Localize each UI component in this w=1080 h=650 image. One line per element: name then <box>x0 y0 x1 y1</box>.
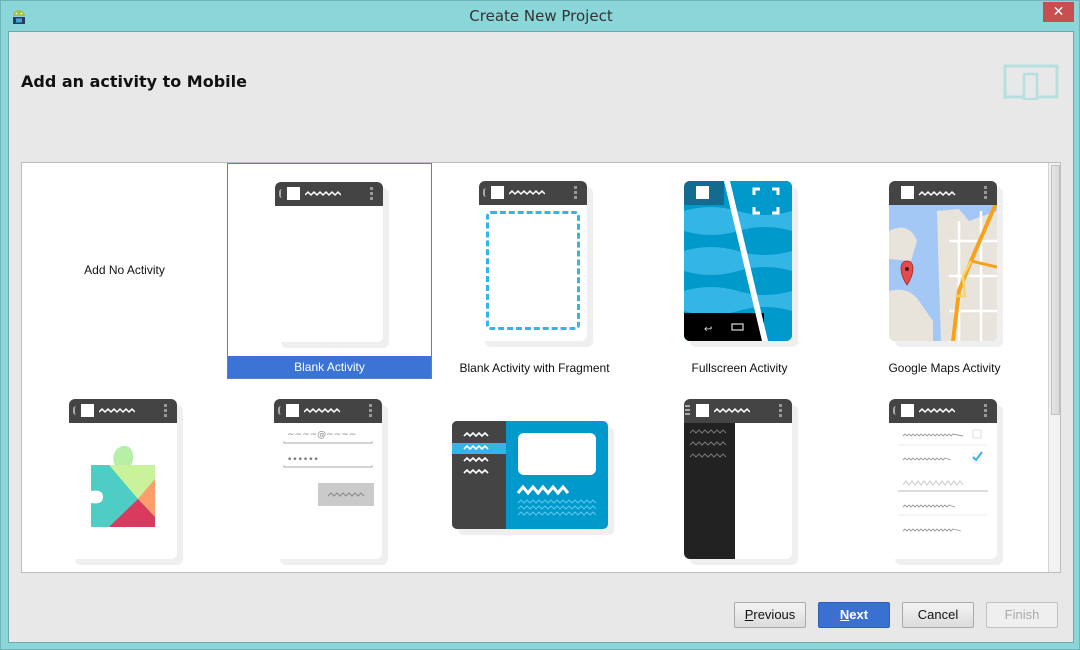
close-button[interactable]: ✕ <box>1043 2 1074 22</box>
hamburger-icon <box>685 405 690 416</box>
play-services-preview <box>69 399 183 565</box>
tile-master-detail-flow[interactable] <box>432 381 637 572</box>
svg-text:••••••: •••••• <box>287 455 319 465</box>
fullscreen-preview: ↩ <box>684 181 798 347</box>
maps-preview <box>889 181 1003 347</box>
tile-settings-activity[interactable] <box>842 381 1047 572</box>
gallery-scrollbar[interactable] <box>1048 163 1060 572</box>
fragment-preview <box>479 181 593 347</box>
next-button[interactable]: Next <box>818 602 890 628</box>
scrollbar-thumb[interactable] <box>1051 165 1060 415</box>
close-icon: ✕ <box>1052 4 1065 20</box>
previous-button[interactable]: Previous <box>734 602 806 628</box>
finish-label: Finish <box>1004 607 1040 622</box>
tile-label: Blank Activity <box>228 356 431 378</box>
tile-label: Google Maps Activity <box>888 361 1001 375</box>
tile-fullscreen-activity[interactable]: ↩ Fullscreen Activity <box>637 163 842 379</box>
blank-activity-preview <box>275 182 389 348</box>
create-new-project-window: Create New Project ✕ Add an activity to … <box>0 0 1080 650</box>
tile-blank-activity[interactable]: Blank Activity <box>227 163 432 379</box>
tile-navigation-drawer-activity[interactable] <box>637 381 842 572</box>
title-bar[interactable]: Create New Project ✕ <box>1 1 1080 32</box>
tile-label: Fullscreen Activity <box>691 361 788 375</box>
svg-text:↩: ↩ <box>704 324 712 335</box>
next-label: ext <box>849 607 869 622</box>
navigation-drawer-preview <box>684 399 798 565</box>
tile-login-activity[interactable]: ~~~~@~~~~ •••••• <box>227 381 432 572</box>
tile-play-services-activity[interactable] <box>22 381 227 572</box>
login-preview: ~~~~@~~~~ •••••• <box>274 399 388 565</box>
svg-text:~~~~@~~~~: ~~~~@~~~~ <box>287 430 356 440</box>
cancel-button[interactable]: Cancel <box>902 602 974 628</box>
next-mnemonic: N <box>839 607 850 622</box>
settings-preview <box>889 399 1003 565</box>
page-heading: Add an activity to Mobile <box>21 72 247 91</box>
master-detail-preview <box>452 421 614 535</box>
wizard-content: Add an activity to Mobile Add No Activit… <box>8 31 1074 643</box>
tile-label: Blank Activity with Fragment <box>459 361 610 375</box>
cancel-label: Cancel <box>917 607 959 622</box>
finish-button[interactable]: Finish <box>986 602 1058 628</box>
phone-tablet-icon <box>1003 64 1059 100</box>
puzzle-piece-icon <box>91 446 155 527</box>
tile-blank-activity-with-fragment[interactable]: Blank Activity with Fragment <box>432 163 637 379</box>
window-title: Create New Project <box>469 7 613 25</box>
previous-label: revious <box>753 607 796 622</box>
activity-gallery: Add No Activity Blank Activity Blank Act… <box>21 162 1061 573</box>
tile-google-maps-activity[interactable]: Google Maps Activity <box>842 163 1047 379</box>
tile-add-no-activity[interactable]: Add No Activity <box>22 163 227 379</box>
tile-label: Add No Activity <box>84 263 165 277</box>
